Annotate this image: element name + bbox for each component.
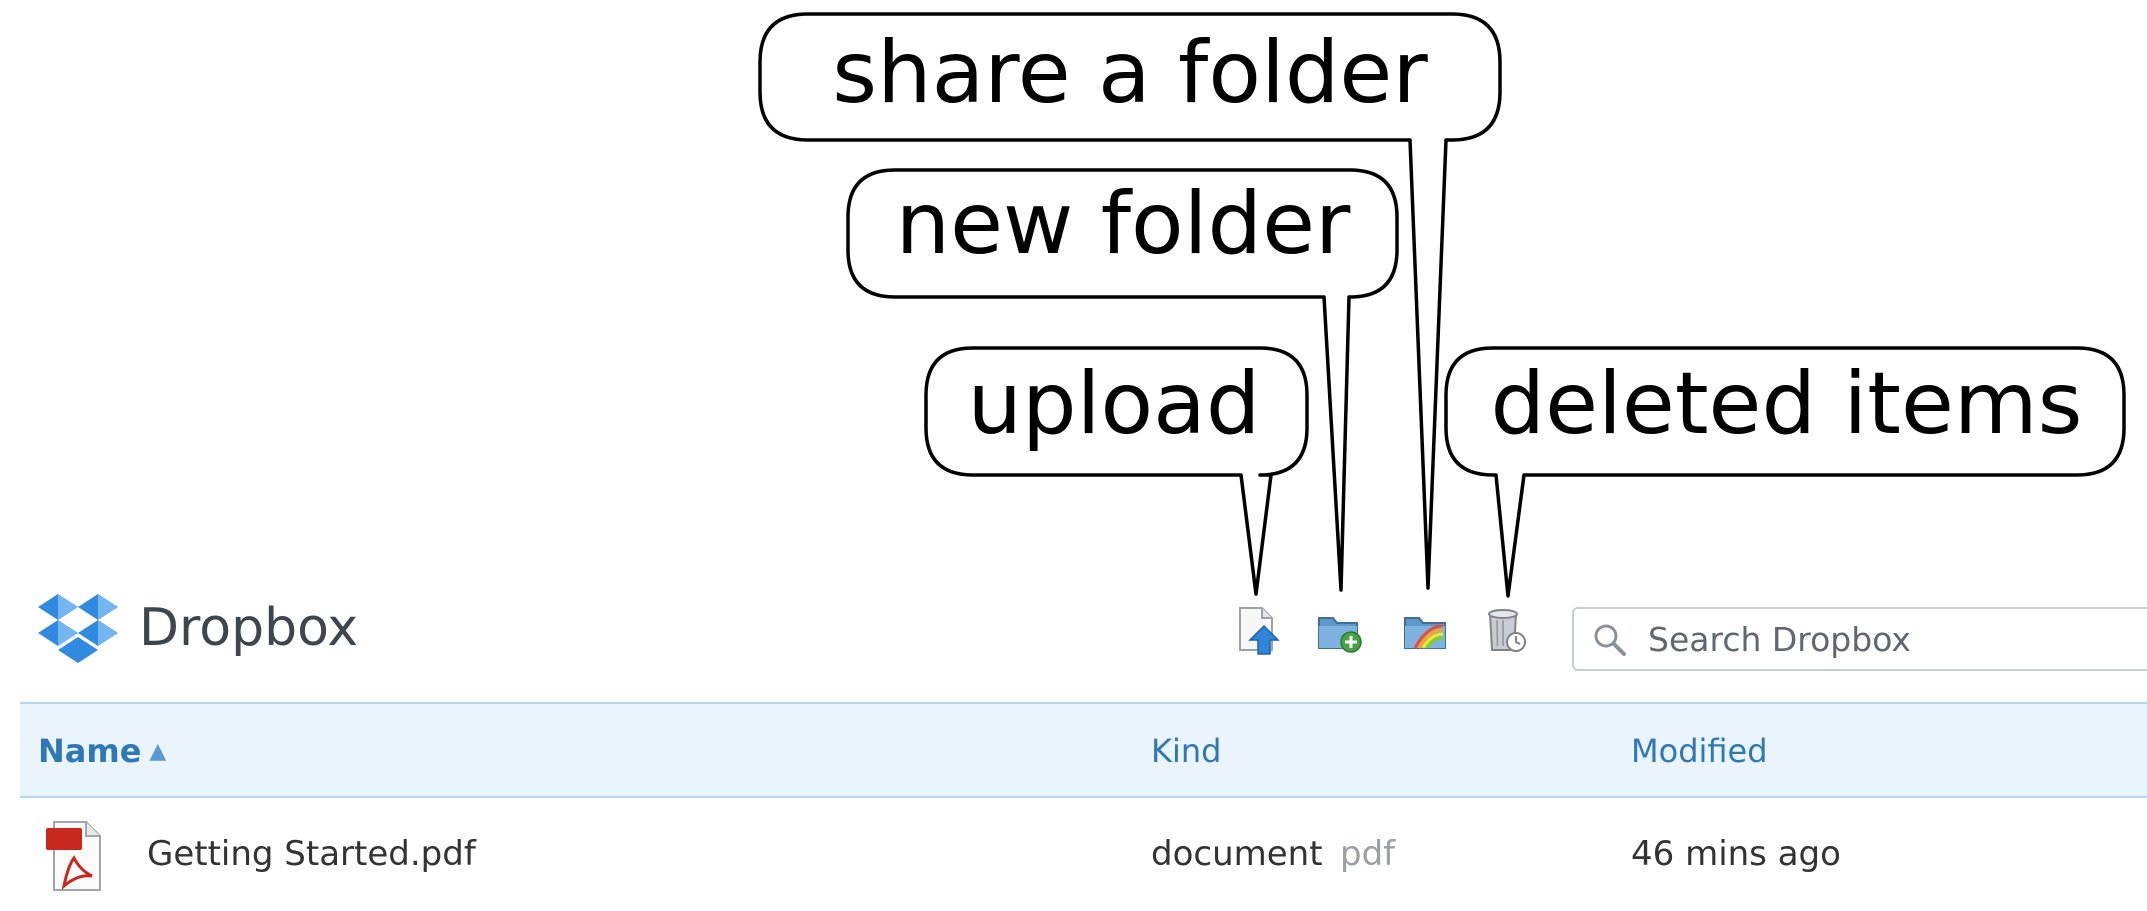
- dropbox-logo-icon[interactable]: [36, 592, 120, 668]
- file-table-header: Name ▲ Kind Modified: [20, 702, 2147, 798]
- deleted-items-icon[interactable]: [1482, 604, 1530, 656]
- search-input[interactable]: [1648, 617, 2147, 661]
- pdf-file-icon: [46, 821, 101, 891]
- callout-upload-label: upload: [967, 354, 1261, 454]
- upload-icon[interactable]: [1234, 604, 1282, 656]
- callout-share-a-folder-label: share a folder: [832, 23, 1428, 123]
- top-bar: Dropbox: [0, 580, 2147, 690]
- new-folder-icon[interactable]: [1317, 604, 1365, 656]
- file-kind: document: [1151, 834, 1323, 874]
- table-row[interactable]: Getting Started.pdf document pdf 46 mins…: [20, 800, 2147, 911]
- file-modified: 46 mins ago: [1631, 834, 1841, 874]
- search-box: [1572, 607, 2147, 671]
- share-folder-icon[interactable]: [1401, 604, 1449, 656]
- column-header-name-label: Name: [38, 732, 142, 770]
- column-header-modified[interactable]: Modified: [1631, 732, 1768, 770]
- column-header-name[interactable]: Name ▲: [38, 732, 166, 770]
- callout-deleted-items-label: deleted items: [1490, 354, 2083, 454]
- file-extension: pdf: [1340, 834, 1396, 874]
- sort-ascending-icon: ▲: [149, 739, 167, 764]
- column-header-kind[interactable]: Kind: [1151, 732, 1221, 770]
- callout-new-folder-label: new folder: [895, 174, 1351, 274]
- search-icon: [1594, 624, 1626, 656]
- file-name[interactable]: Getting Started.pdf: [147, 834, 476, 875]
- brand-name: Dropbox: [139, 598, 359, 658]
